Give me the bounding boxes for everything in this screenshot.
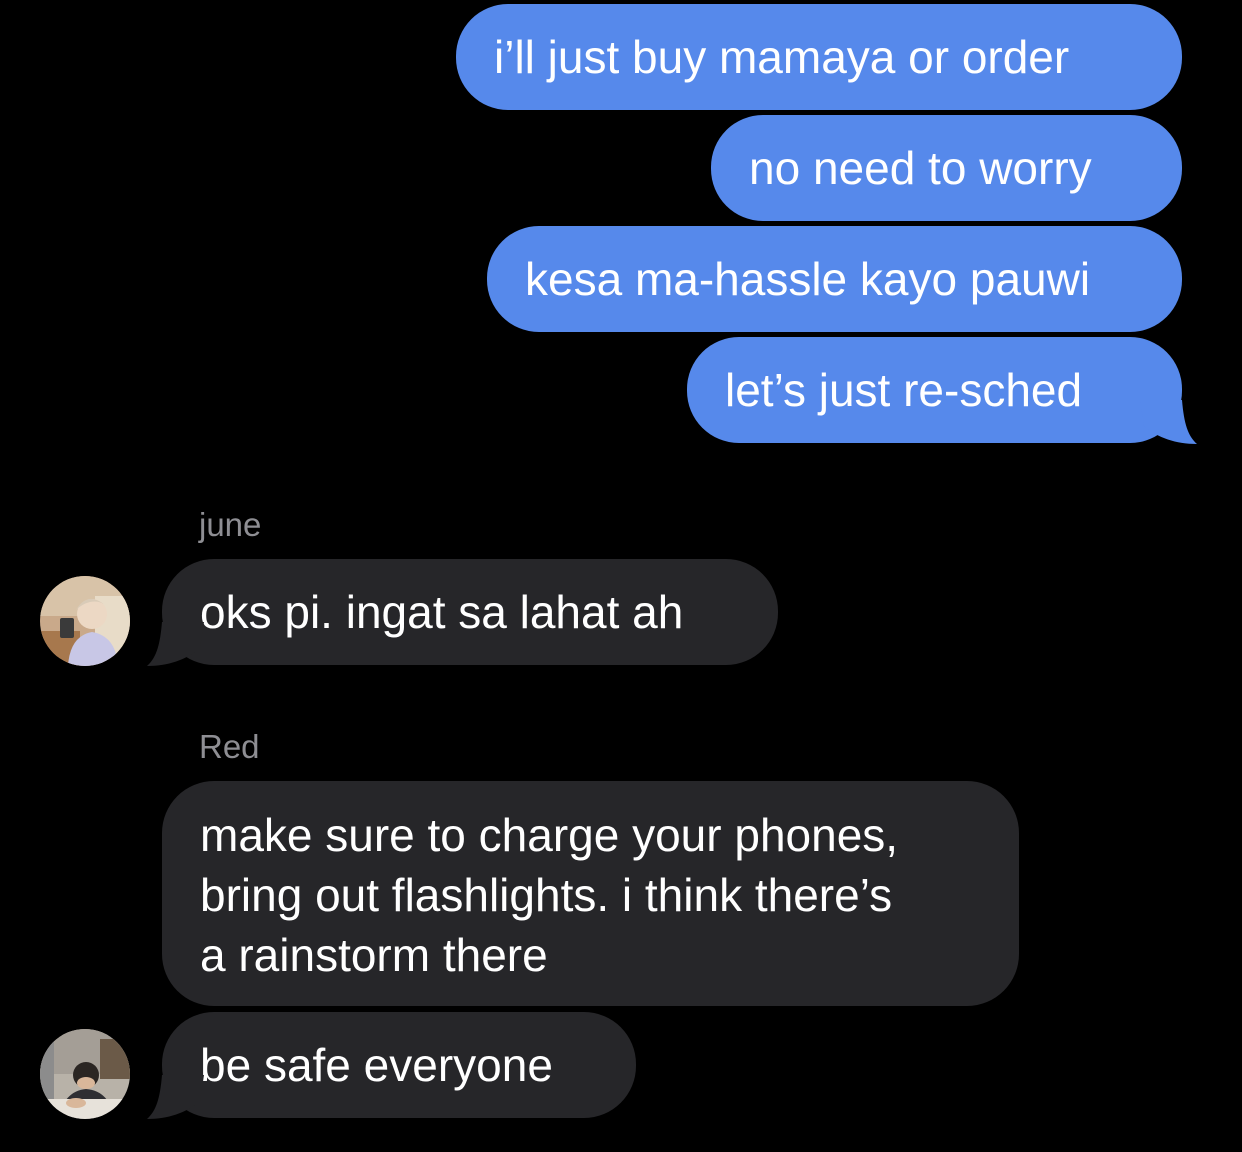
avatar[interactable] [40,1029,130,1119]
profile-photo-icon [40,576,130,666]
sender-name: Red [199,728,260,765]
message-text: oks pi. ingat sa lahat ah [200,586,684,638]
received-bubble-tail [147,1075,204,1119]
sent-message-bubble[interactable]: no need to worry [711,115,1182,221]
message-text: no need to worry [749,142,1092,194]
message-text-line: bring out flashlights. i think there’s [200,869,893,921]
profile-photo-icon [40,1029,130,1119]
message-text: be safe everyone [200,1039,553,1091]
received-message-bubble[interactable]: be safe everyone [162,1012,636,1118]
avatar[interactable] [40,576,130,666]
received-message-bubble[interactable]: oks pi. ingat sa lahat ah [162,559,778,665]
message-text: let’s just re-sched [725,364,1083,416]
message-text-line: make sure to charge your phones, [200,809,899,861]
sent-bubble-tail [1140,400,1197,444]
received-message-bubble[interactable]: make sure to charge your phones, bring o… [162,781,1019,1006]
sent-message-bubble[interactable]: i’ll just buy mamaya or order [456,4,1182,110]
sent-message-bubble[interactable]: kesa ma-hassle kayo pauwi [487,226,1182,332]
message-text: i’ll just buy mamaya or order [494,31,1070,83]
message-text-line: a rainstorm there [200,929,548,981]
message-text: kesa ma-hassle kayo pauwi [525,253,1091,305]
sender-name: june [199,506,262,543]
sent-message-bubble[interactable]: let’s just re-sched [687,337,1182,443]
received-bubble-tail [147,622,204,666]
